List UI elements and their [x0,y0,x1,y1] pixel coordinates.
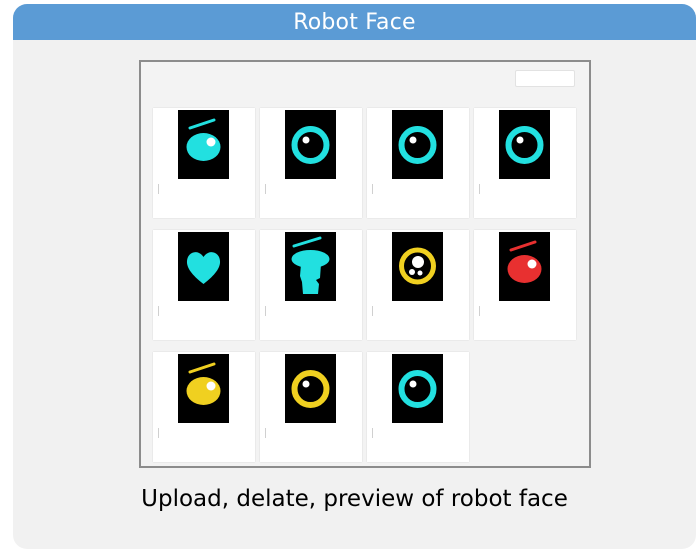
face-preview[interactable] [499,110,550,179]
face-preview[interactable] [392,110,443,179]
face-preview[interactable] [285,354,336,423]
face-preview[interactable] [178,232,229,301]
yellow-ring-eye-icon [291,370,330,408]
face-tile[interactable] [367,108,469,218]
cyan-tilted-eye-with-brow-icon [186,118,221,161]
upload-button[interactable] [515,70,575,87]
cyan-heart-icon [186,252,221,284]
face-preview[interactable] [392,232,443,301]
tile-divider [372,306,373,316]
face-tile[interactable] [474,230,576,340]
red-eye-with-brow-icon [507,240,542,283]
face-tile[interactable] [367,352,469,462]
face-tile[interactable] [153,352,255,462]
tile-divider [479,306,480,316]
face-preview[interactable] [285,110,336,179]
tile-divider [372,428,373,438]
face-preview[interactable] [178,354,229,423]
face-preview[interactable] [392,354,443,423]
tile-divider [265,306,266,316]
card-header: Robot Face [13,4,696,40]
cyan-ring-eye-icon [398,126,437,164]
face-preview[interactable] [499,232,550,301]
tile-divider [265,184,266,194]
face-tile[interactable] [260,108,362,218]
robot-face-card: Robot Face Upload, delate, preview of ro… [13,4,696,549]
card-title: Robot Face [293,9,416,35]
tile-divider [158,184,159,194]
yellow-ring-with-bubbles-icon [399,247,436,285]
cyan-ring-eye-icon [398,370,437,408]
face-tile[interactable] [260,352,362,462]
face-preview[interactable] [285,232,336,301]
cyan-mushroom-face-icon [291,236,330,294]
face-tile[interactable] [260,230,362,340]
tile-divider [158,428,159,438]
face-preview[interactable] [178,110,229,179]
caption: Upload, delate, preview of robot face [141,486,568,512]
tile-divider [479,184,480,194]
face-gallery-panel [139,60,591,468]
cyan-ring-eye-icon [291,126,330,164]
tile-divider [158,306,159,316]
face-tile[interactable] [153,108,255,218]
face-tile[interactable] [474,108,576,218]
yellow-eye-with-brow-icon [186,362,221,405]
tile-divider [372,184,373,194]
face-tile[interactable] [153,230,255,340]
tile-divider [265,428,266,438]
cyan-ring-eye-icon [505,126,544,164]
face-tile[interactable] [367,230,469,340]
